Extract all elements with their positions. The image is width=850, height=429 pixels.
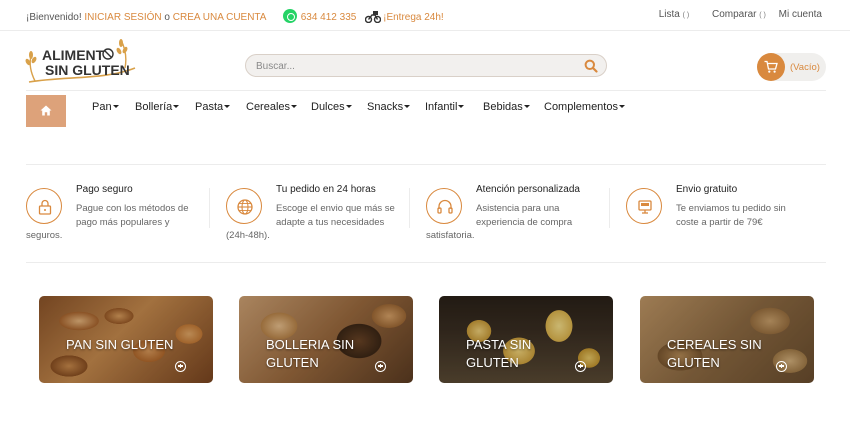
wishlist-count: ( )	[682, 12, 690, 19]
caret-down-icon	[173, 105, 180, 108]
site-logo[interactable]: ALIMENT SIN GLUTEN	[25, 38, 137, 84]
nav-item-snacks[interactable]: Snacks	[367, 101, 411, 113]
home-icon	[40, 105, 52, 116]
caret-down-icon	[345, 105, 352, 108]
caret-down-icon	[458, 105, 465, 108]
caret-down-icon	[291, 105, 298, 108]
nav-label: Snacks	[367, 101, 404, 113]
cart-button[interactable]: (Vacío)	[757, 53, 826, 81]
nav-item-pasta[interactable]: Pasta	[195, 101, 231, 113]
welcome-text: ¡Bienvenido!	[26, 12, 82, 23]
feature-divider	[409, 188, 410, 228]
plus-circle-icon	[575, 361, 586, 372]
top-bar: ¡Bienvenido! INICIAR SESIÓN o CREA UNA C…	[0, 0, 850, 31]
top-bar-left: ¡Bienvenido! INICIAR SESIÓN o CREA UNA C…	[26, 9, 444, 23]
feature-title: Atención personalizada	[476, 184, 580, 195]
lock-icon	[38, 199, 52, 215]
nav-label: Infantil	[425, 101, 458, 113]
compare-count: ( )	[759, 12, 766, 19]
or-text: o	[164, 12, 170, 23]
category-title: PAN SIN GLUTEN	[66, 337, 174, 352]
nav-item-infantil[interactable]: Infantil	[425, 101, 465, 113]
feature-secure-payment: Pago seguro Pague con los métodos de pag…	[26, 183, 216, 253]
nav-item-pan[interactable]: Pan	[92, 101, 119, 113]
nav-item-cereales[interactable]: Cereales	[246, 101, 298, 113]
category-title: BOLLERIA SIN GLUTEN	[266, 337, 355, 370]
nav-label: Complementos	[544, 101, 618, 113]
feature-free-shipping: Envio gratuito Te enviamos tu pedido sin…	[626, 183, 816, 253]
caret-down-icon	[112, 105, 119, 108]
login-link[interactable]: INICIAR SESIÓN	[84, 12, 161, 23]
search-bar	[245, 54, 607, 77]
register-link[interactable]: CREA UNA CUENTA	[173, 12, 266, 23]
section-divider	[26, 262, 826, 263]
logo-line-2: SIN GLUTEN	[45, 62, 130, 78]
feature-description: Pague con los métodos de pago más popula…	[76, 203, 189, 228]
home-button[interactable]	[26, 95, 66, 127]
search-input[interactable]	[256, 59, 576, 73]
category-card-bolleria[interactable]: BOLLERIA SIN GLUTEN	[239, 296, 413, 383]
feature-24h-delivery: Tu pedido en 24 horas Escoge el envio qu…	[226, 183, 416, 253]
nav-divider	[26, 90, 826, 91]
nav-label: Bollería	[135, 101, 173, 113]
top-bar-right: Lista ( ) Comparar ( ) Mi cuenta	[639, 9, 822, 20]
wishlist-label: Lista	[658, 9, 680, 20]
category-card-pan[interactable]: PAN SIN GLUTEN	[39, 296, 213, 383]
feature-description-end: seguros.	[26, 230, 63, 241]
feature-title: Pago seguro	[76, 184, 133, 195]
caret-down-icon	[224, 105, 231, 108]
logo-line-1: ALIMENT	[42, 47, 105, 63]
compare-link[interactable]: Comparar ( )	[702, 9, 766, 20]
monitor-icon	[638, 200, 652, 214]
cart-label: (Vacío)	[790, 62, 820, 73]
feature-icon-circle	[426, 188, 462, 224]
feature-description: Te enviamos tu pedido sin coste a partir…	[676, 203, 786, 228]
compare-label: Comparar	[712, 9, 757, 20]
nav-label: Pasta	[195, 101, 224, 113]
delivery-moto-icon	[365, 11, 382, 23]
nav-item-dulces[interactable]: Dulces	[311, 101, 352, 113]
feature-icon-circle	[626, 188, 662, 224]
delivery-text: ¡Entrega 24h!	[383, 12, 444, 23]
cart-icon	[764, 60, 778, 73]
search-icon[interactable]	[584, 59, 598, 73]
nav-label: Dulces	[311, 101, 345, 113]
feature-icon-circle	[26, 188, 62, 224]
plus-circle-icon	[776, 361, 787, 372]
plus-circle-icon	[375, 361, 386, 372]
feature-description: Escoge el envio que más se adapte a tus …	[276, 203, 395, 228]
feature-description-end: (24h-48h).	[226, 230, 270, 241]
globe-icon	[237, 199, 253, 215]
whatsapp-icon	[282, 9, 297, 23]
feature-personal-attention: Atención personalizada Asistencia para u…	[426, 183, 616, 253]
nav-label: Pan	[92, 101, 112, 113]
phone-number[interactable]: 634 412 335	[301, 12, 357, 23]
nav-item-complementos[interactable]: Complementos	[544, 101, 625, 113]
feature-title: Tu pedido en 24 horas	[276, 184, 376, 195]
cart-icon-circle	[757, 53, 785, 81]
nav-item-bolleria[interactable]: Bollería	[135, 101, 180, 113]
nav-item-bebidas[interactable]: Bebidas	[483, 101, 530, 113]
feature-title: Envio gratuito	[676, 184, 738, 195]
nav-label: Bebidas	[483, 101, 523, 113]
nav-label: Cereales	[246, 101, 291, 113]
caret-down-icon	[618, 105, 625, 108]
category-title: PASTA SIN GLUTEN	[466, 337, 532, 370]
caret-down-icon	[523, 105, 530, 108]
feature-description: Asistencia para una experiencia de compr…	[476, 203, 573, 228]
category-card-pasta[interactable]: PASTA SIN GLUTEN	[439, 296, 613, 383]
plus-circle-icon	[175, 361, 186, 372]
my-account-link[interactable]: Mi cuenta	[779, 9, 822, 20]
caret-down-icon	[404, 105, 411, 108]
category-title: CEREALES SIN GLUTEN	[667, 337, 762, 370]
headset-icon	[437, 199, 453, 214]
feature-description-end: satisfatoria.	[426, 230, 475, 241]
feature-icon-circle	[226, 188, 262, 224]
category-card-cereales[interactable]: CEREALES SIN GLUTEN	[640, 296, 814, 383]
wishlist-link[interactable]: Lista ( )	[649, 9, 690, 20]
section-divider	[26, 164, 826, 165]
feature-divider	[209, 188, 210, 228]
feature-divider	[609, 188, 610, 228]
